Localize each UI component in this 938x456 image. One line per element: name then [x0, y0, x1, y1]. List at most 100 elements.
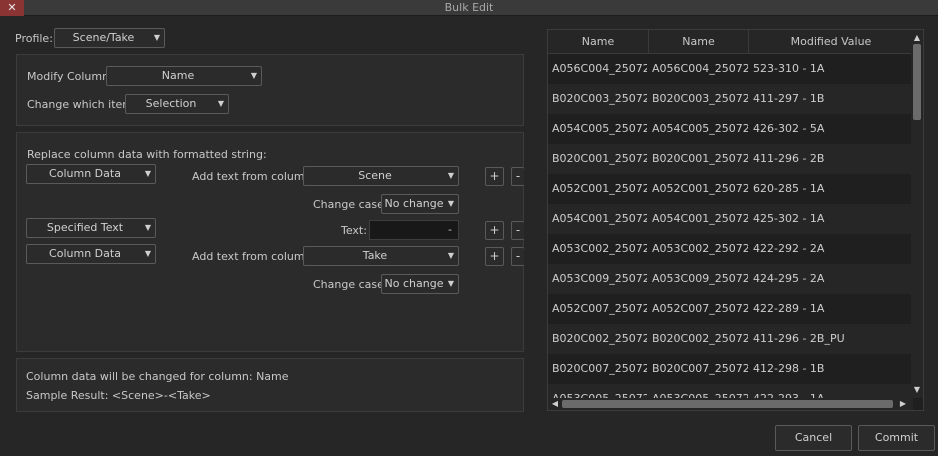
table-header: Name Name Modified Value [548, 30, 913, 54]
row1-case-dropdown[interactable]: No change ▼ [381, 194, 459, 214]
plus-icon: + [489, 249, 500, 263]
row2-remove-button[interactable]: - [511, 221, 524, 240]
table-cell: A052C007_250729... [552, 302, 647, 315]
row3-type-value: Column Data [49, 247, 121, 260]
row1-from-dropdown[interactable]: Scene ▼ [303, 166, 459, 186]
table-row[interactable]: B020C002_250729... B020C002_250729... 411-… [548, 324, 913, 354]
table-cell: 422-292 - 2A [753, 242, 825, 255]
table-cell: 412-298 - 1B [753, 362, 825, 375]
horizontal-scrollbar[interactable]: ◀ ▶ [548, 398, 913, 410]
row2-add-button[interactable]: + [485, 221, 504, 240]
table-row[interactable]: A053C002_250729... A053C002_250729... 422-… [548, 234, 913, 264]
sample-result-text: Sample Result: <Scene>-<Take> [26, 389, 211, 402]
table-cell: A056C004_250729... [652, 62, 748, 75]
row3-from-label: Add text from column: [192, 250, 316, 263]
table-cell: A053C009_250729... [552, 272, 647, 285]
row1-from-value: Scene [358, 169, 392, 182]
scroll-right-icon[interactable]: ▶ [897, 398, 909, 410]
chevron-down-icon: ▼ [447, 279, 454, 288]
horizontal-scroll-thumb[interactable] [562, 400, 893, 408]
vertical-scrollbar[interactable]: ▲ ▼ [911, 30, 923, 398]
table-row[interactable]: B020C001_250729... B020C001_250729... 411-… [548, 144, 913, 174]
chevron-down-icon: ▼ [250, 71, 257, 80]
table-cell: A054C001_250729... [552, 212, 647, 225]
profile-dropdown[interactable]: Scene/Take ▼ [54, 28, 165, 48]
column-header[interactable]: Name [548, 30, 649, 54]
table-row[interactable]: B020C003_250729... B020C003_250729... 411-… [548, 84, 913, 114]
row3-case-dropdown[interactable]: No change ▼ [381, 274, 459, 294]
row1-type-value: Column Data [49, 167, 121, 180]
table-row[interactable]: A052C007_250729... A052C007_250729... 422-… [548, 294, 913, 324]
row1-add-button[interactable]: + [485, 167, 504, 186]
chevron-down-icon: ▼ [144, 223, 151, 232]
row1-case-value: No change [384, 197, 444, 210]
table-row[interactable]: A054C005_250729... A054C005_250729... 426-… [548, 114, 913, 144]
table-cell: 620-285 - 1A [753, 182, 825, 195]
table-row[interactable]: A054C001_250729... A054C001_250729... 425-… [548, 204, 913, 234]
table-cell: A056C004_250729... [552, 62, 647, 75]
table-cell: A052C001_250729... [652, 182, 748, 195]
table-cell: 411-297 - 1B [753, 92, 825, 105]
table-cell: A053C002_250729... [652, 242, 748, 255]
table-cell: 422-289 - 1A [753, 302, 825, 315]
table-row[interactable]: A052C001_250729... A052C001_250729... 620-… [548, 174, 913, 204]
row1-remove-button[interactable]: - [511, 167, 524, 186]
minus-icon: - [515, 169, 521, 183]
scroll-left-icon[interactable]: ◀ [549, 398, 561, 410]
title-bar: ✕ Bulk Edit [0, 0, 938, 16]
table-cell: 426-302 - 5A [753, 122, 825, 135]
table-cell: 424-295 - 2A [753, 272, 825, 285]
table-cell: B020C001_250729... [552, 152, 647, 165]
profile-value: Scene/Take [72, 31, 135, 44]
table-cell: B020C002_250729... [552, 332, 647, 345]
row3-from-dropdown[interactable]: Take ▼ [303, 246, 459, 266]
commit-button[interactable]: Commit [858, 425, 935, 451]
row1-type-dropdown[interactable]: Column Data ▼ [26, 164, 156, 184]
row3-type-dropdown[interactable]: Column Data ▼ [26, 244, 156, 264]
scroll-down-icon[interactable]: ▼ [911, 384, 923, 396]
row1-from-label: Add text from column: [192, 170, 316, 183]
table-row[interactable]: A056C004_250729... A056C004_250729... 523-… [548, 54, 913, 84]
row3-add-button[interactable]: + [485, 247, 504, 266]
table-cell: B020C003_250729... [552, 92, 647, 105]
preview-table: Name Name Modified Value A056C004_250729… [547, 29, 924, 411]
table-cell: B020C002_250729... [652, 332, 748, 345]
table-row[interactable]: A053C009_250729... A053C009_250729... 424-… [548, 264, 913, 294]
row1-case-label: Change case: [313, 198, 388, 211]
table-body: A056C004_250729... A056C004_250729... 523-… [548, 54, 913, 398]
minus-icon: - [515, 223, 521, 237]
chevron-down-icon: ▼ [217, 99, 224, 108]
window-title: Bulk Edit [444, 1, 494, 14]
row3-remove-button[interactable]: - [511, 247, 524, 266]
table-cell: B020C007_250729... [652, 362, 748, 375]
table-cell: A053C009_250729... [652, 272, 748, 285]
format-heading: Replace column data with formatted strin… [27, 148, 267, 161]
vertical-scroll-thumb[interactable] [913, 44, 921, 120]
table-cell: B020C003_250729... [652, 92, 748, 105]
table-cell: 523-310 - 1A [753, 62, 825, 75]
table-cell: A054C001_250729... [652, 212, 748, 225]
row3-case-value: No change [384, 277, 444, 290]
change-items-value: Selection [145, 97, 197, 110]
modify-column-label: Modify Column: [27, 70, 113, 83]
column-header[interactable]: Name [649, 30, 749, 54]
change-items-dropdown[interactable]: Selection ▼ [125, 94, 229, 114]
cancel-button[interactable]: Cancel [775, 425, 852, 451]
table-row[interactable]: A053C005_250729... A053C005_250729... 422-… [548, 384, 913, 398]
scroll-up-icon[interactable]: ▲ [911, 32, 923, 44]
modify-column-dropdown[interactable]: Name ▼ [106, 66, 262, 86]
table-cell: A053C005_250729... [652, 384, 748, 398]
table-cell: A052C001_250729... [552, 182, 647, 195]
row2-text-field[interactable]: - [369, 220, 459, 240]
table-cell: 411-296 - 2B_PU [753, 332, 845, 345]
row2-type-dropdown[interactable]: Specified Text ▼ [26, 218, 156, 238]
table-cell: A053C002_250729... [552, 242, 647, 255]
column-header[interactable]: Modified Value [749, 30, 913, 54]
row2-type-value: Specified Text [46, 221, 124, 234]
table-cell: 411-296 - 2B [753, 152, 825, 165]
chevron-down-icon: ▼ [144, 249, 151, 258]
table-row[interactable]: B020C007_250729... B020C007_250729... 412-… [548, 354, 913, 384]
row2-text-label: Text: [341, 224, 367, 237]
table-cell: A054C005_250729... [652, 122, 748, 135]
chevron-down-icon: ▼ [447, 199, 454, 208]
